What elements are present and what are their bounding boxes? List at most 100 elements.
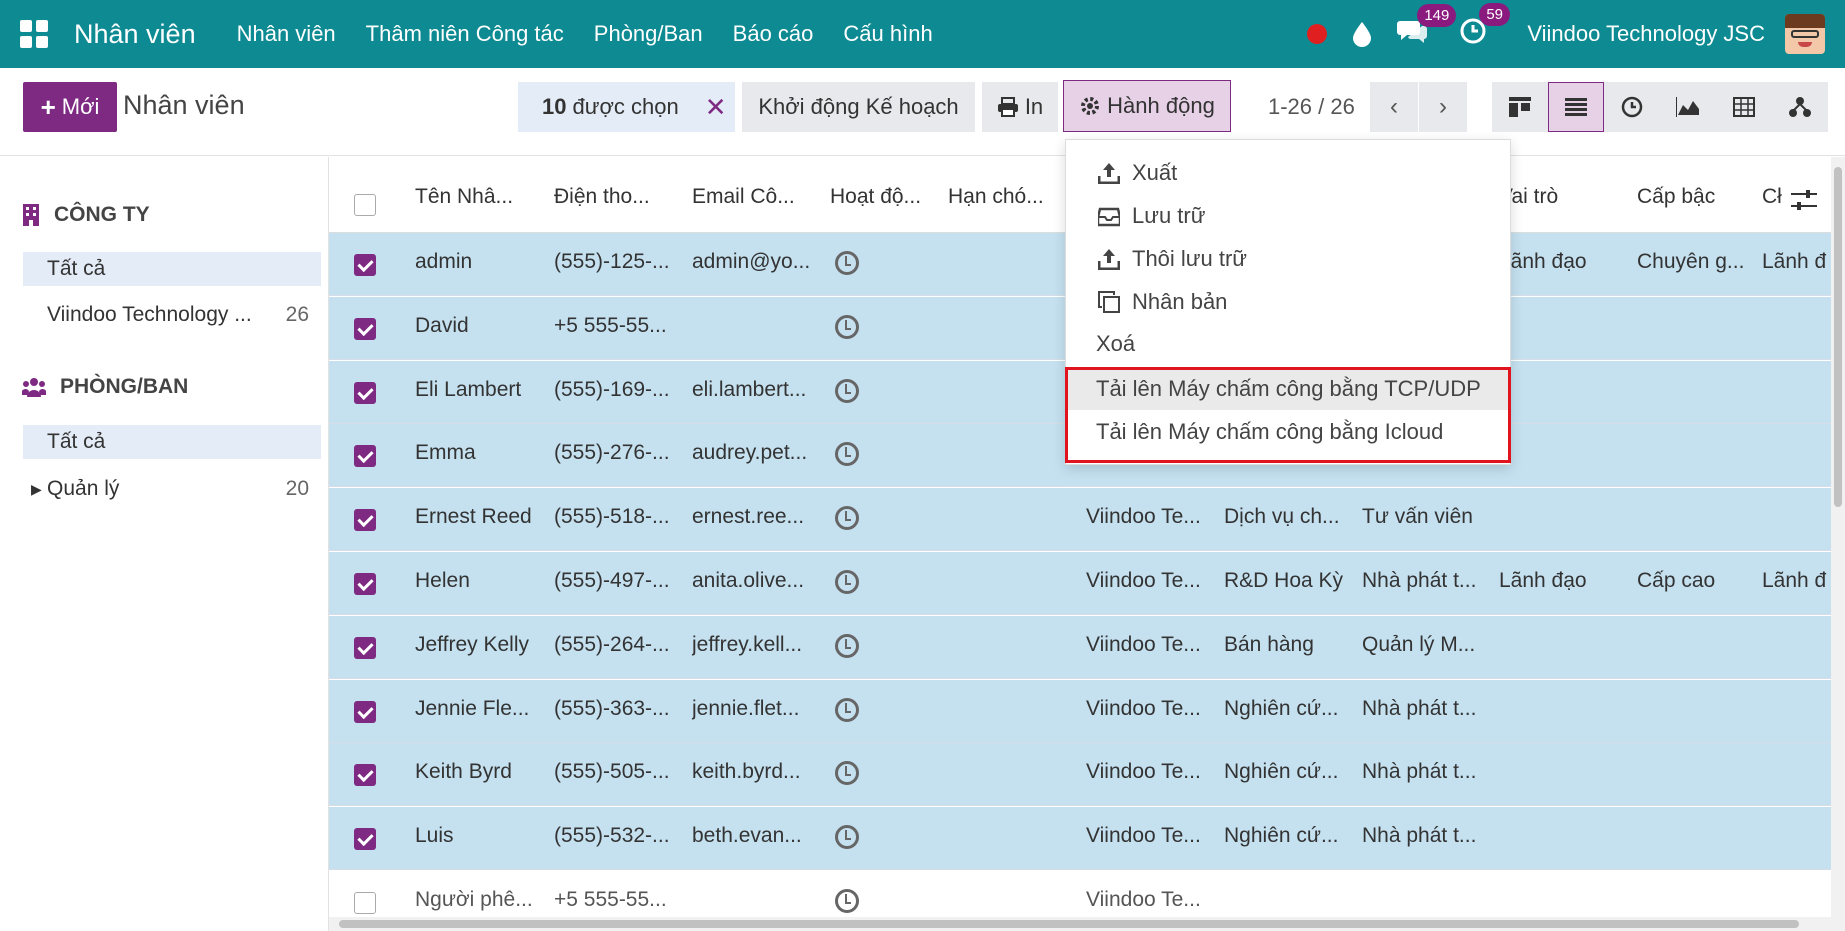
row-checkbox[interactable] [354, 636, 376, 659]
company-switcher[interactable]: Viindoo Technology JSC [1527, 21, 1765, 47]
column-header-extra[interactable]: Cł [1762, 185, 1786, 209]
view-hierarchy-button[interactable] [1772, 82, 1828, 132]
activity-clock-icon[interactable] [835, 633, 859, 658]
action-button[interactable]: Hành động [1063, 80, 1231, 132]
row-checkbox[interactable] [354, 700, 376, 723]
print-button[interactable]: In [982, 82, 1058, 132]
user-avatar[interactable] [1785, 14, 1825, 54]
menu-item-configuration[interactable]: Cấu hình [828, 21, 947, 47]
menu-item-export[interactable]: Xuất [1066, 152, 1510, 194]
view-pivot-button[interactable] [1716, 82, 1772, 132]
apps-menu-icon[interactable] [20, 20, 48, 48]
water-drop-icon[interactable] [1351, 21, 1373, 47]
filter-count: 26 [285, 303, 309, 326]
column-header-name[interactable]: Tên Nhâ... [415, 185, 540, 209]
table-row[interactable]: Jennie Fle... (555)-363-... jennie.flet...… [329, 679, 1845, 743]
main-menu: Nhân viên Thâm niên Công tác Phòng/Ban B… [222, 21, 948, 47]
activity-clock-icon[interactable] [835, 697, 859, 722]
cell-job-position: Quản lý M... [1362, 632, 1476, 656]
row-checkbox[interactable] [354, 381, 376, 404]
column-header-role[interactable]: Vai trò [1499, 185, 1589, 209]
pager-next-button[interactable]: › [1419, 82, 1467, 132]
activity-clock-icon[interactable] [835, 251, 859, 275]
menu-item-upload-tcp-udp[interactable]: Tải lên Máy chấm công bằng TCP/UDP [1066, 368, 1510, 410]
pager-previous-button[interactable]: ‹ [1370, 82, 1418, 132]
cell-job-position: Nhà phát t... [1362, 824, 1477, 848]
messages-systray[interactable]: 149 [1397, 4, 1457, 50]
column-header-phone[interactable]: Điện tho... [554, 185, 679, 209]
activity-clock-icon[interactable] [835, 889, 859, 913]
department-filter-all[interactable]: Tất cả [23, 425, 321, 459]
pager-value[interactable]: 1-26 / 26 [1268, 94, 1355, 120]
menu-item-unarchive[interactable]: Thôi lưu trữ [1066, 238, 1510, 280]
cell-name: Helen [415, 569, 470, 592]
table-row[interactable]: Luis (555)-532-... beth.evan... Viindoo Te.… [329, 807, 1845, 871]
activity-clock-icon[interactable] [835, 506, 859, 531]
activity-clock-icon[interactable] [835, 570, 859, 594]
table-row[interactable]: Ernest Reed (555)-518-... ernest.ree... Vii… [329, 488, 1845, 552]
gear-icon [1081, 97, 1100, 115]
view-kanban-button[interactable] [1492, 82, 1548, 132]
menu-item-reports[interactable]: Báo cáo [718, 21, 829, 47]
column-header-deadline[interactable]: Hạn chó... [948, 185, 1073, 209]
row-checkbox[interactable] [354, 892, 376, 914]
filter-count: 20 [285, 477, 309, 500]
view-graph-button[interactable] [1660, 82, 1716, 132]
cell-level: Cấp cao [1637, 569, 1716, 592]
recording-icon[interactable] [1307, 24, 1328, 44]
menu-item-delete[interactable]: Xoá [1066, 323, 1510, 365]
action-label: Hành động [1107, 93, 1215, 118]
column-header-level[interactable]: Cấp bậc [1637, 185, 1747, 209]
row-checkbox[interactable] [354, 764, 376, 787]
cell-name: Emma [415, 441, 476, 465]
start-plan-button[interactable]: Khởi động Kế hoạch [742, 82, 975, 132]
column-header-email[interactable]: Email Cô... [692, 185, 817, 209]
menu-item-seniority[interactable]: Thâm niên Công tác [351, 21, 579, 47]
menu-item-departments[interactable]: Phòng/Ban [579, 21, 718, 47]
activities-systray[interactable]: 59 [1459, 3, 1510, 51]
cell-name: Eli Lambert [415, 377, 522, 401]
horizontal-scrollbar[interactable] [329, 917, 1831, 931]
company-filter-all[interactable]: Tất cả [23, 252, 321, 286]
company-filter-viindoo[interactable]: Viindoo Technology ... 26 [23, 298, 321, 332]
row-checkbox[interactable] [354, 445, 376, 468]
column-header-activity[interactable]: Hoạt độ... [830, 185, 935, 209]
search-panel: CÔNG TY Tất cả Viindoo Technology ... 26… [0, 157, 329, 931]
department-filter-management[interactable]: ▶ Quản lý 20 [23, 472, 321, 506]
upload-icon [1098, 163, 1120, 184]
table-row[interactable]: Keith Byrd (555)-505-... keith.byrd... Viin… [329, 743, 1845, 807]
plus-icon: + [40, 91, 56, 122]
activity-clock-icon[interactable] [835, 378, 859, 403]
activity-clock-icon[interactable] [835, 761, 859, 786]
menu-item-duplicate[interactable]: Nhân bản [1066, 281, 1510, 323]
table-row[interactable]: Helen (555)-497-... anita.olive... Viindoo … [329, 552, 1845, 615]
menu-item-label: Nhân bản [1132, 289, 1228, 314]
hierarchy-icon [1789, 97, 1811, 117]
row-checkbox[interactable] [354, 254, 376, 276]
table-row[interactable]: Jeffrey Kelly (555)-264-... jeffrey.kell..… [329, 615, 1845, 679]
optional-columns-icon[interactable] [1791, 189, 1817, 211]
caret-right-icon[interactable]: ▶ [31, 481, 42, 498]
view-activity-button[interactable] [1604, 82, 1660, 132]
row-checkbox[interactable] [354, 509, 376, 532]
activity-clock-icon[interactable] [835, 314, 859, 339]
menu-item-archive[interactable]: Lưu trữ [1066, 195, 1510, 237]
unselect-all-icon[interactable]: ✕ [705, 92, 727, 123]
company-filter-header: CÔNG TY [22, 203, 150, 227]
activities-badge: 59 [1479, 3, 1510, 26]
cell-company: Viindoo Te... [1086, 760, 1201, 784]
menu-item-employees[interactable]: Nhân viên [222, 21, 351, 47]
menu-item-upload-icloud[interactable]: Tải lên Máy chấm công bằng Icloud [1066, 411, 1510, 453]
new-button[interactable]: + Mới [23, 82, 117, 132]
view-list-button[interactable] [1548, 82, 1604, 132]
row-checkbox[interactable] [354, 828, 376, 851]
select-all-checkbox[interactable] [354, 194, 376, 216]
activity-clock-icon[interactable] [835, 442, 859, 467]
app-title[interactable]: Nhân viên [74, 19, 196, 50]
row-checkbox[interactable] [354, 573, 376, 595]
selection-indicator: 10 được chọn ✕ [518, 82, 735, 132]
top-navbar: Nhân viên Nhân viên Thâm niên Công tác P… [0, 0, 1845, 68]
row-checkbox[interactable] [354, 317, 376, 340]
vertical-scrollbar[interactable] [1831, 157, 1845, 931]
activity-clock-icon[interactable] [835, 825, 859, 850]
